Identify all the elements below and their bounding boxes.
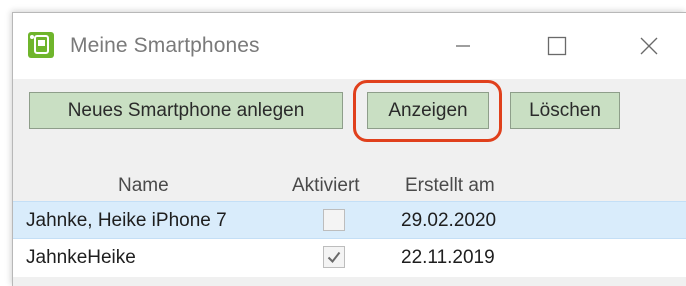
table-row[interactable]: Jahnke, Heike iPhone 7 29.02.2020 (13, 201, 686, 239)
minimize-icon (456, 45, 470, 47)
column-header-name[interactable]: Name (118, 175, 169, 197)
column-header-created[interactable]: Erstellt am (405, 175, 495, 197)
row-created-cell: 22.11.2019 (401, 247, 495, 268)
close-icon (640, 37, 658, 55)
content-area: Neues Smartphone anlegen Anzeigen Lösche… (13, 79, 686, 286)
smartphone-app-icon (28, 32, 54, 58)
close-button[interactable] (626, 27, 672, 65)
app-window: Meine Smartphones Neues Smartphone anleg… (12, 12, 686, 286)
maximize-icon (547, 36, 567, 56)
row-name-cell: Jahnke, Heike iPhone 7 (26, 210, 227, 231)
checkmark-icon (327, 251, 341, 264)
delete-button[interactable]: Löschen (510, 92, 620, 129)
minimize-button[interactable] (440, 27, 486, 65)
maximize-button[interactable] (534, 27, 580, 65)
row-created-cell: 29.02.2020 (401, 210, 497, 231)
show-button[interactable]: Anzeigen (367, 92, 489, 129)
row-name-cell: JahnkeHeike (26, 247, 136, 268)
title-bar[interactable]: Meine Smartphones (13, 13, 686, 79)
smartphone-grid: Name Aktiviert Erstellt am Jahnke, Heike… (13, 168, 686, 277)
column-header-activated[interactable]: Aktiviert (292, 175, 360, 197)
grid-header: Name Aktiviert Erstellt am (13, 168, 686, 201)
table-row[interactable]: JahnkeHeike 22.11.2019 (13, 239, 686, 277)
activated-checkbox[interactable] (323, 209, 345, 231)
window-title: Meine Smartphones (70, 34, 260, 57)
new-smartphone-button[interactable]: Neues Smartphone anlegen (29, 92, 343, 129)
activated-checkbox[interactable] (323, 246, 345, 268)
